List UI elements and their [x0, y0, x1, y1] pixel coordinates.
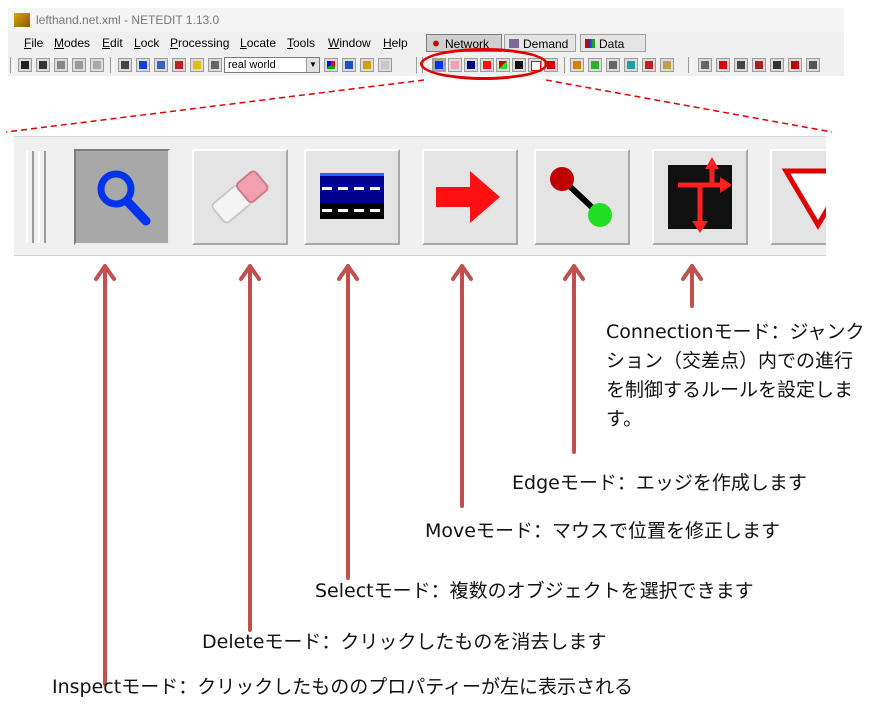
- annotation-connection: Connectionモード：ジャンクション（交差点）内での進行を制御するルールを…: [606, 321, 865, 430]
- annotation-delete: Deleteモード：クリックしたものを消去します: [202, 631, 607, 653]
- annotation-move: Moveモード：マウスで位置を修正します: [425, 520, 780, 542]
- annotation-inspect: Inspectモード：クリックしたもののプロパティーが左に表示される: [52, 676, 634, 698]
- arrow-move: [451, 264, 473, 508]
- arrow-connection: [681, 264, 703, 308]
- arrow-inspect: [94, 264, 116, 686]
- arrow-delete: [239, 264, 261, 632]
- annotation-select: Selectモード：複数のオブジェクトを選択できます: [315, 580, 754, 602]
- arrow-select: [337, 264, 359, 580]
- annotation-edge: Edgeモード：エッジを作成します: [512, 472, 807, 494]
- arrow-edge: [563, 264, 585, 454]
